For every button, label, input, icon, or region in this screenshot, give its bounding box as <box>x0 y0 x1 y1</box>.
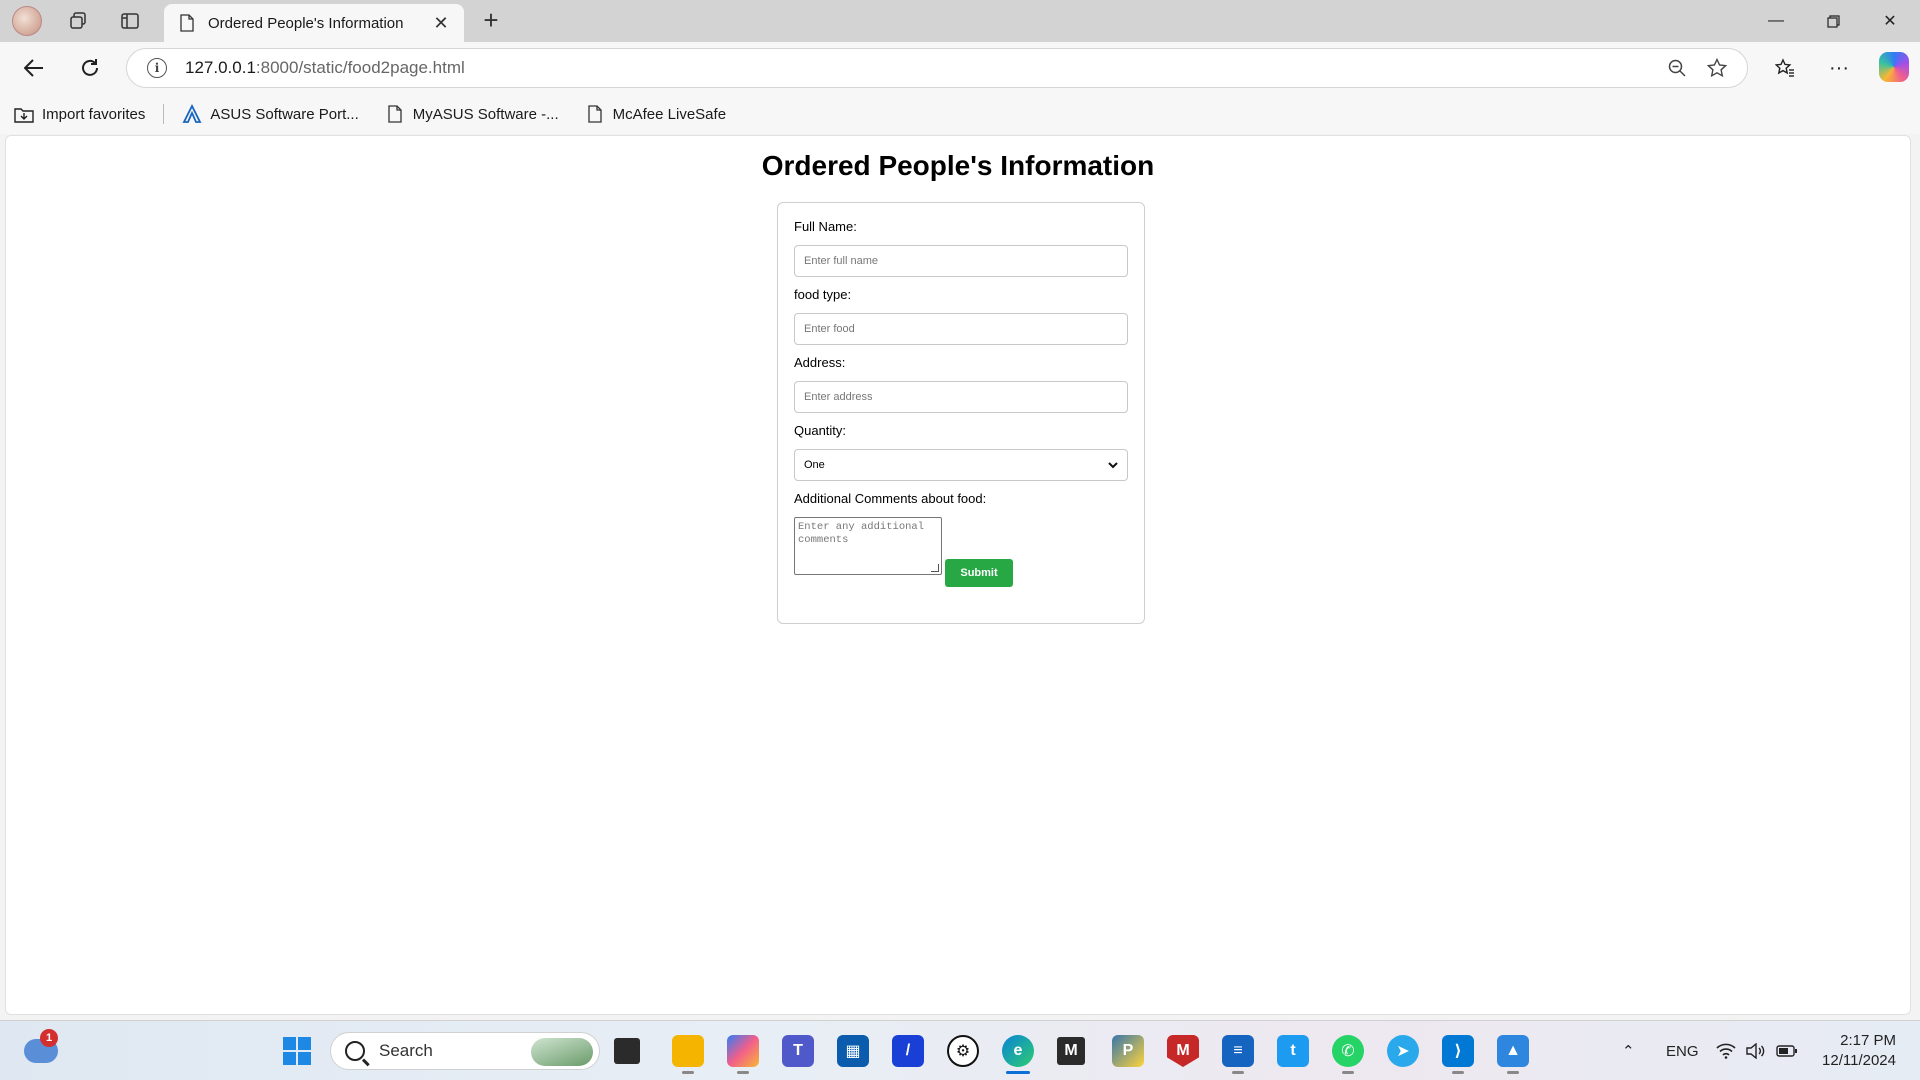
refresh-icon[interactable] <box>72 50 108 86</box>
mcafee-icon[interactable]: M <box>1167 1035 1199 1067</box>
notification-badge: 1 <box>40 1029 58 1047</box>
resize-handle-icon[interactable] <box>931 564 939 572</box>
search-icon <box>345 1041 365 1061</box>
page-icon <box>385 104 405 124</box>
page-icon <box>585 104 605 124</box>
favorite-import[interactable]: Import favorites <box>14 104 145 124</box>
copilot-app-icon[interactable] <box>727 1035 759 1067</box>
full-name-input[interactable]: Enter full name <box>794 245 1128 277</box>
file-explorer-icon[interactable] <box>672 1035 704 1067</box>
battery-icon[interactable] <box>1776 1021 1798 1080</box>
store-icon[interactable]: ▦ <box>837 1035 869 1067</box>
back-icon[interactable] <box>16 50 52 86</box>
search-label: Search <box>379 1041 433 1060</box>
twitter-icon[interactable]: t <box>1277 1035 1309 1067</box>
submit-button[interactable]: Submit <box>945 559 1013 587</box>
taskbar-search[interactable]: Search <box>330 1032 600 1070</box>
import-favorites-icon <box>14 104 34 124</box>
vscode-icon[interactable]: ⟩ <box>1442 1035 1474 1067</box>
food-type-input[interactable]: Enter food <box>794 313 1128 345</box>
photos-icon[interactable]: ▲ <box>1497 1035 1529 1067</box>
running-indicator <box>1232 1071 1244 1074</box>
edge-icon[interactable]: e <box>1002 1035 1034 1067</box>
chevron-down-icon <box>1108 450 1118 480</box>
site-info-icon[interactable]: i <box>147 58 167 78</box>
system-clock[interactable]: 2:17 PM 12/11/2024 <box>1822 1031 1896 1071</box>
quantity-select[interactable]: One <box>794 449 1128 481</box>
task-view-icon[interactable] <box>614 1038 640 1064</box>
favorites-bar: Import favorites ASUS Software Port... M… <box>0 94 1920 134</box>
url-text[interactable]: 127.0.0.1:8000/static/food2page.html <box>185 58 1657 78</box>
vertical-tabs-icon[interactable] <box>114 6 146 36</box>
address-input[interactable]: Enter address <box>794 381 1128 413</box>
full-name-label: Full Name: <box>794 219 857 234</box>
search-highlight-icon <box>531 1038 593 1066</box>
clock-time: 2:17 PM <box>1840 1032 1896 1049</box>
quantity-label: Quantity: <box>794 423 847 438</box>
order-form: Full Name: Enter full name food type: En… <box>777 202 1145 624</box>
running-indicator <box>737 1071 749 1074</box>
volume-icon[interactable] <box>1746 1021 1766 1080</box>
chatgpt-icon[interactable]: ⚙ <box>947 1035 979 1067</box>
taskbar: 1 Search T ▦ / ⚙ e M P M ≡ t ✆ ➤ ⟩ ▲ ⌃ E… <box>0 1020 1920 1080</box>
page-viewport: Ordered People's Information Full Name: … <box>5 135 1911 1015</box>
show-hidden-icons[interactable]: ⌃ <box>1622 1021 1635 1080</box>
close-window-icon[interactable]: ✕ <box>1862 0 1918 42</box>
quantity-value: One <box>804 459 825 471</box>
favorite-star-icon[interactable] <box>1697 48 1737 88</box>
tab-title: Ordered People's Information <box>208 14 404 32</box>
running-indicator <box>1507 1071 1519 1074</box>
clock-date: 12/11/2024 <box>1822 1052 1896 1069</box>
python-icon[interactable]: P <box>1112 1035 1144 1067</box>
food-type-label: food type: <box>794 287 852 302</box>
browser-title-bar: Ordered People's Information ✕ + ― ✕ <box>0 0 1920 42</box>
more-options-icon[interactable]: ··· <box>1821 50 1857 86</box>
address-label: Address: <box>794 355 846 370</box>
copilot-icon[interactable] <box>1879 52 1909 82</box>
restore-icon[interactable] <box>1805 0 1861 42</box>
navigation-bar: i 127.0.0.1:8000/static/food2page.html ·… <box>0 42 1920 94</box>
page-icon <box>180 14 194 32</box>
running-indicator <box>682 1071 694 1074</box>
start-icon[interactable] <box>281 1035 313 1067</box>
language-indicator[interactable]: ENG <box>1666 1021 1699 1080</box>
address-bar[interactable]: i 127.0.0.1:8000/static/food2page.html <box>126 48 1748 88</box>
comments-textarea[interactable]: Enter any additional comments <box>794 517 942 575</box>
comments-label: Additional Comments about food: <box>794 491 987 506</box>
favorite-asus[interactable]: ASUS Software Port... <box>182 104 359 124</box>
workspaces-icon[interactable] <box>62 6 94 36</box>
teams-icon[interactable]: T <box>782 1035 814 1067</box>
comments-placeholder: Enter any additional comments <box>798 521 925 546</box>
new-tab-button[interactable]: + <box>476 6 506 36</box>
wifi-icon[interactable] <box>1716 1021 1736 1080</box>
favorite-myasus[interactable]: MyASUS Software -... <box>385 104 559 124</box>
asus-icon <box>182 104 202 124</box>
favorite-mcafee[interactable]: McAfee LiveSafe <box>585 104 726 124</box>
active-indicator <box>1006 1071 1030 1074</box>
page-title: Ordered People's Information <box>761 150 1155 181</box>
comments-row: Enter any additional comments Submit <box>794 517 1128 587</box>
tab-active[interactable]: Ordered People's Information ✕ <box>164 4 464 42</box>
whatsapp-icon[interactable]: ✆ <box>1332 1035 1364 1067</box>
favorites-divider <box>163 104 165 124</box>
notepad-icon[interactable]: ≡ <box>1222 1035 1254 1067</box>
myasus-icon[interactable]: / <box>892 1035 924 1067</box>
favorites-icon[interactable] <box>1767 50 1803 86</box>
running-indicator <box>1452 1071 1464 1074</box>
zoom-out-icon[interactable] <box>1657 48 1697 88</box>
close-tab-icon[interactable]: ✕ <box>430 13 452 34</box>
profile-avatar[interactable] <box>12 6 42 36</box>
telegram-icon[interactable]: ➤ <box>1387 1035 1419 1067</box>
m-app-icon[interactable]: M <box>1057 1037 1085 1065</box>
minimize-icon[interactable]: ― <box>1748 0 1804 42</box>
running-indicator <box>1342 1071 1354 1074</box>
